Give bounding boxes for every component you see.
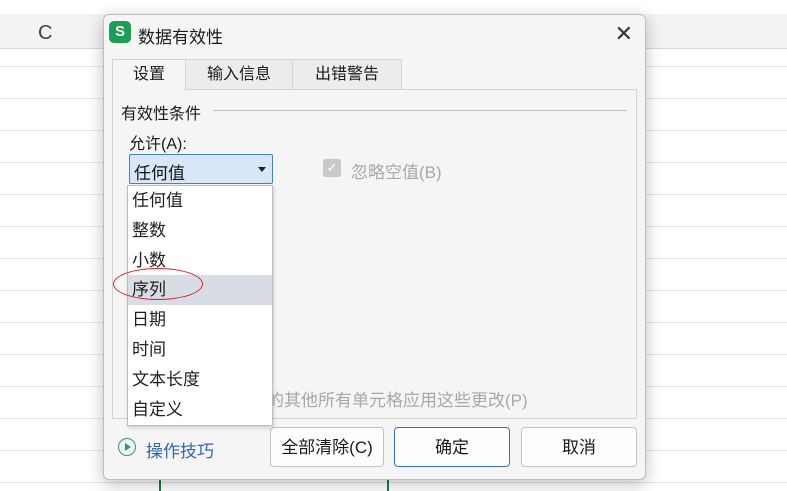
dialog-title-bar[interactable]: S 数据有效性 ✕ (104, 15, 645, 51)
dialog-title: 数据有效性 (138, 28, 223, 47)
ok-button[interactable]: 确定 (394, 427, 510, 467)
wps-spreadsheet-icon: S (109, 21, 131, 43)
allow-label: 允许(A): (129, 136, 187, 153)
clear-all-button[interactable]: 全部清除(C) (270, 427, 384, 467)
group-divider (213, 110, 627, 111)
apply-to-all-label: 置的其他所有单元格应用这些更改(P) (250, 391, 528, 410)
tab-input-message[interactable]: 输入信息 (184, 59, 294, 90)
annotation-oval (113, 268, 203, 300)
column-header-c[interactable]: C (38, 22, 52, 45)
ignore-blank-label: 忽略空值(B) (351, 163, 442, 182)
validation-criteria-heading: 有效性条件 (121, 100, 206, 124)
play-circle-icon (118, 438, 136, 456)
option-any-value[interactable]: 任何值 (128, 186, 272, 216)
cancel-button[interactable]: 取消 (521, 427, 637, 467)
option-integer[interactable]: 整数 (128, 216, 272, 246)
tab-settings[interactable]: 设置 (112, 59, 186, 91)
option-time[interactable]: 时间 (128, 335, 272, 365)
grid-row-line (0, 482, 787, 483)
close-icon[interactable]: ✕ (615, 21, 633, 47)
option-date[interactable]: 日期 (128, 305, 272, 335)
allow-select[interactable]: 任何值 (129, 154, 273, 184)
tips-label: 操作技巧 (146, 442, 214, 461)
allow-dropdown-list: 任何值 整数 小数 序列 日期 时间 文本长度 自定义 (127, 185, 273, 426)
tab-error-alert[interactable]: 出错警告 (292, 59, 402, 90)
ignore-blank-checkbox[interactable]: ✓ (323, 159, 341, 177)
option-text-length[interactable]: 文本长度 (128, 365, 272, 395)
chevron-down-icon (258, 167, 266, 172)
allow-select-value: 任何值 (134, 164, 185, 183)
option-custom[interactable]: 自定义 (128, 395, 272, 425)
